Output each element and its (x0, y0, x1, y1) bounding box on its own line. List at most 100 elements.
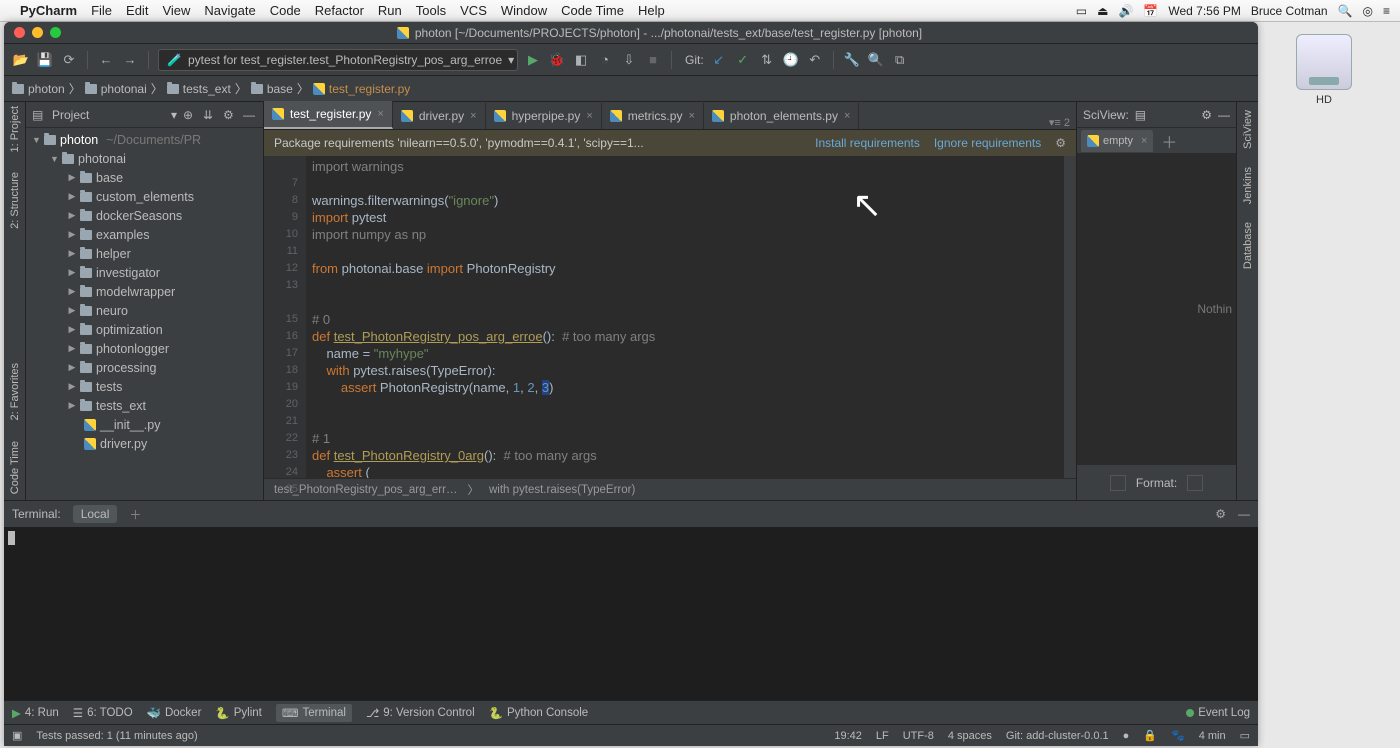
editor-breadcrumb[interactable]: test_PhotonRegistry_pos_arg_err…〉with py… (264, 478, 1076, 500)
tree-file[interactable]: __init__.py (26, 415, 263, 434)
git-compare-icon[interactable]: ⇅ (758, 51, 776, 69)
tray-eject-icon[interactable]: ⏏ (1097, 4, 1108, 18)
hide-panel-icon[interactable]: — (1238, 507, 1250, 521)
crumb-file[interactable]: test_register.py (313, 82, 410, 96)
menu-vcs[interactable]: VCS (460, 3, 487, 18)
locate-icon[interactable]: ⊕ (183, 108, 197, 122)
menu-view[interactable]: View (162, 3, 190, 18)
tab-photon-elements[interactable]: photon_elements.py× (704, 103, 860, 129)
tool-jenkins[interactable]: Jenkins (1242, 167, 1254, 204)
tab-hyperpipe[interactable]: hyperpipe.py× (486, 103, 602, 129)
crumb-photonai[interactable]: photonai (85, 82, 147, 96)
project-tree[interactable]: ▼photon~/Documents/PR ▼photonai ▶base ▶c… (26, 128, 263, 500)
status-encoding[interactable]: UTF-8 (903, 730, 934, 742)
project-view-icon[interactable]: ▤ (32, 108, 46, 122)
add-terminal-icon[interactable]: ＋ (129, 506, 141, 523)
format-color-box[interactable] (1110, 475, 1126, 491)
terminal-body[interactable] (4, 527, 1258, 700)
tree-dir[interactable]: ▶processing (26, 358, 263, 377)
split-indicator[interactable]: ▾≡ 2 (1043, 116, 1076, 129)
terminal-session-tab[interactable]: Local (73, 505, 118, 523)
code-content[interactable]: import warnings warnings.filterwarnings(… (306, 156, 1076, 478)
tool-project[interactable]: 1: Project (9, 106, 21, 152)
tray-clock[interactable]: Wed 7:56 PM (1168, 4, 1240, 18)
tab-driver[interactable]: driver.py× (393, 103, 486, 129)
menu-window[interactable]: Window (501, 3, 547, 18)
tab-metrics[interactable]: metrics.py× (602, 103, 704, 129)
status-position[interactable]: 19:42 (834, 730, 862, 742)
editor-scrollbar[interactable] (1064, 156, 1076, 478)
tool-sciview[interactable]: SciView (1242, 110, 1254, 149)
save-all-icon[interactable]: 💾 (36, 51, 54, 69)
attach-icon[interactable]: ⇩ (620, 51, 638, 69)
menu-refactor[interactable]: Refactor (315, 3, 364, 18)
tool-codetime[interactable]: Code Time (9, 441, 21, 494)
tool-python-console[interactable]: 🐍Python Console (489, 706, 589, 720)
git-history-icon[interactable]: 🕘 (782, 51, 800, 69)
structure-icon[interactable]: ⧉ (891, 51, 909, 69)
crumb-base[interactable]: base (251, 82, 293, 96)
close-icon[interactable]: × (586, 110, 592, 122)
event-log[interactable]: Event Log (1186, 707, 1250, 719)
status-indent[interactable]: 4 spaces (948, 730, 992, 742)
git-commit-icon[interactable]: ✓ (734, 51, 752, 69)
minimize-window-button[interactable] (32, 27, 43, 38)
view-mode-icon[interactable]: ▤ (1135, 108, 1146, 122)
profile-icon[interactable]: ◔ (596, 51, 614, 69)
refresh-icon[interactable]: ⟳ (60, 51, 78, 69)
hide-panel-icon[interactable]: — (243, 108, 257, 122)
open-icon[interactable]: 📂 (12, 51, 30, 69)
git-update-icon[interactable]: ↙ (710, 51, 728, 69)
tree-dir[interactable]: ▶examples (26, 225, 263, 244)
menu-codetime[interactable]: Code Time (561, 3, 624, 18)
line-gutter[interactable]: 789101112131516171819202122232425 (264, 156, 306, 478)
crumb-project[interactable]: photon (12, 82, 65, 96)
gear-icon[interactable]: ⚙ (223, 108, 237, 122)
tree-dir[interactable]: ▶tests (26, 377, 263, 396)
run-config-selector[interactable]: 🧪 pytest for test_register.test_PhotonRe… (158, 49, 518, 71)
tool-run[interactable]: ▶4: Run (12, 706, 59, 720)
tool-structure[interactable]: 2: Structure (9, 172, 21, 229)
tool-terminal[interactable]: ⌨Terminal (276, 704, 352, 722)
menu-code[interactable]: Code (270, 3, 301, 18)
coverage-icon[interactable]: ◧ (572, 51, 590, 69)
tool-windows-icon[interactable]: ▣ (12, 729, 22, 742)
status-paw-icon[interactable]: 🐾 (1171, 729, 1185, 742)
tree-dir[interactable]: ▶neuro (26, 301, 263, 320)
hide-panel-icon[interactable]: — (1218, 108, 1230, 122)
gear-icon[interactable]: ⚙ (1215, 507, 1226, 521)
tree-dir[interactable]: ▶investigator (26, 263, 263, 282)
install-requirements-link[interactable]: Install requirements (815, 136, 920, 150)
crumb-tests-ext[interactable]: tests_ext (167, 82, 231, 96)
ignore-requirements-link[interactable]: Ignore requirements (934, 136, 1041, 150)
tree-dir[interactable]: ▶base (26, 168, 263, 187)
chevron-down-icon[interactable]: ▾ (171, 108, 177, 122)
gear-icon[interactable]: ⚙ (1201, 108, 1212, 122)
menu-help[interactable]: Help (638, 3, 665, 18)
tray-date-icon[interactable]: 📅 (1143, 4, 1158, 18)
status-branch[interactable]: Git: add-cluster-0.0.1 (1006, 730, 1109, 742)
menu-file[interactable]: File (91, 3, 112, 18)
status-line-sep[interactable]: LF (876, 730, 889, 742)
status-sync-icon[interactable]: ● (1123, 730, 1130, 742)
add-tab-icon[interactable]: ＋ (1161, 129, 1177, 153)
maximize-window-button[interactable] (50, 27, 61, 38)
tree-root[interactable]: ▼photon~/Documents/PR (26, 130, 263, 149)
status-lock-icon[interactable]: 🔒 (1143, 729, 1157, 742)
status-timer[interactable]: 4 min (1199, 730, 1226, 742)
tree-dir[interactable]: ▶modelwrapper (26, 282, 263, 301)
tool-vcs[interactable]: ⎇9: Version Control (366, 706, 475, 720)
format-select-box[interactable] (1187, 475, 1203, 491)
tree-dir[interactable]: ▶tests_ext (26, 396, 263, 415)
debug-button[interactable]: 🐞 (548, 51, 566, 69)
tree-dir[interactable]: ▶custom_elements (26, 187, 263, 206)
mac-menu-bar[interactable]: PyCharm File Edit View Navigate Code Ref… (0, 0, 1400, 22)
tree-pkg[interactable]: ▼photonai (26, 149, 263, 168)
menu-tools[interactable]: Tools (416, 3, 446, 18)
tree-dir[interactable]: ▶helper (26, 244, 263, 263)
tab-test-register[interactable]: test_register.py× (264, 101, 393, 129)
tool-favorites[interactable]: 2: Favorites (9, 363, 21, 420)
run-button[interactable]: ▶ (524, 51, 542, 69)
git-revert-icon[interactable]: ↶ (806, 51, 824, 69)
menu-run[interactable]: Run (378, 3, 402, 18)
